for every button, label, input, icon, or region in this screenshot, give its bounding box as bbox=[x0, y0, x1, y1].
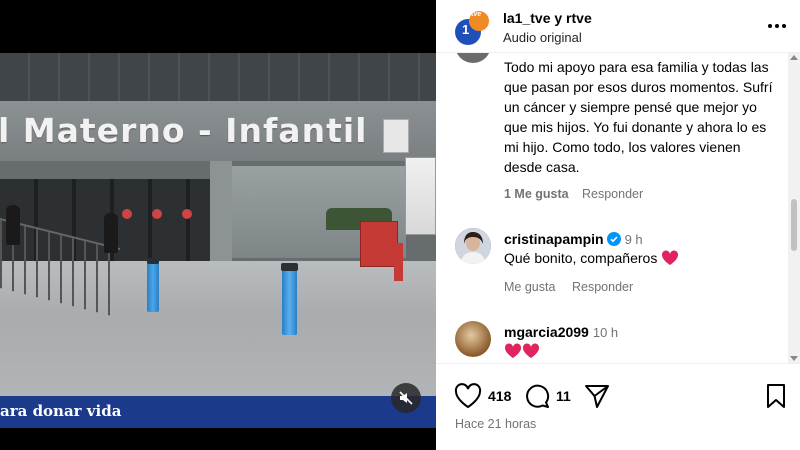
action-bar: 418 11 Hace 21 horas bbox=[436, 363, 800, 450]
scroll-up-arrow-icon[interactable] bbox=[790, 55, 798, 60]
dot-icon bbox=[782, 24, 786, 28]
red-heart-emoji-icon bbox=[662, 250, 679, 265]
comment-bubble-icon bbox=[526, 384, 550, 408]
dot-icon bbox=[768, 24, 772, 28]
door-sticker bbox=[182, 209, 192, 219]
comments-list[interactable]: Todo mi apoyo para esa familia y todas l… bbox=[436, 53, 788, 363]
comment-time: 9 h bbox=[624, 232, 643, 247]
account-name[interactable]: la1_tve y rtve bbox=[503, 10, 592, 26]
comment-username[interactable]: cristinapampin 9 h bbox=[504, 231, 643, 247]
audio-label[interactable]: Audio original bbox=[503, 30, 582, 45]
person-figure bbox=[6, 205, 20, 245]
building-sign-text: l Materno - Infantil bbox=[0, 111, 368, 150]
verified-badge-icon bbox=[606, 232, 621, 246]
comment-text: Todo mi apoyo para esa familia y todas l… bbox=[504, 59, 773, 175]
comment-likes[interactable]: 1 Me gusta bbox=[504, 187, 569, 201]
paper-plane-icon bbox=[585, 385, 609, 408]
comment-count: 11 bbox=[556, 388, 571, 404]
red-container bbox=[360, 221, 398, 267]
blue-bollard bbox=[147, 260, 159, 312]
scroll-down-arrow-icon[interactable] bbox=[790, 356, 798, 361]
like-button[interactable]: 418 bbox=[454, 382, 511, 410]
door-sticker bbox=[152, 209, 162, 219]
red-post bbox=[394, 243, 403, 281]
door-sticker bbox=[122, 209, 132, 219]
blue-pole bbox=[282, 263, 297, 335]
person-figure bbox=[104, 213, 118, 253]
reply-button[interactable]: Responder bbox=[582, 187, 643, 201]
comment-username[interactable]: mgarcia2099 10 h bbox=[504, 324, 618, 340]
video-caption: ara donar vida bbox=[0, 402, 122, 420]
post-panel: 1 tve la1_tve y rtve Audio original Todo… bbox=[436, 0, 800, 450]
video-frame[interactable]: l Materno - Infantil ara donar vida bbox=[0, 53, 436, 428]
logo-number: 1 bbox=[462, 22, 470, 37]
comment-avatar[interactable] bbox=[455, 53, 491, 63]
sign-panel bbox=[383, 119, 409, 153]
post-timestamp[interactable]: Hace 21 horas bbox=[455, 417, 536, 431]
comment-likes[interactable]: Me gusta bbox=[504, 280, 555, 294]
post-header: 1 tve la1_tve y rtve Audio original bbox=[436, 0, 800, 53]
comment-avatar[interactable] bbox=[455, 228, 491, 264]
logo-tve: tve bbox=[471, 11, 482, 18]
comment-button[interactable]: 11 bbox=[524, 382, 571, 410]
scrollbar-thumb[interactable] bbox=[791, 199, 797, 251]
red-heart-emoji-icon bbox=[504, 343, 522, 358]
video-player[interactable]: l Materno - Infantil ara donar vida bbox=[0, 0, 436, 450]
comment-avatar[interactable] bbox=[455, 321, 491, 357]
speaker-muted-icon bbox=[399, 391, 413, 405]
bollard-cap bbox=[147, 258, 159, 264]
person-portrait-icon bbox=[455, 228, 491, 264]
poster-board bbox=[405, 157, 436, 235]
comments-scrollbar[interactable] bbox=[788, 53, 800, 363]
dot-icon bbox=[775, 24, 779, 28]
red-heart-emoji-icon bbox=[522, 343, 540, 358]
share-button[interactable] bbox=[584, 382, 610, 410]
bookmark-icon bbox=[767, 384, 785, 408]
building-column bbox=[210, 161, 232, 261]
building-upper-facade bbox=[0, 53, 436, 101]
save-button[interactable] bbox=[765, 382, 787, 410]
comment-text bbox=[504, 341, 782, 361]
heart-outline-icon bbox=[454, 383, 482, 409]
like-count: 418 bbox=[488, 388, 512, 404]
reply-button[interactable]: Responder bbox=[572, 280, 633, 294]
more-options-button[interactable] bbox=[766, 15, 788, 37]
pole-cap bbox=[281, 263, 298, 271]
comment-text: Qué bonito, compañeros bbox=[504, 248, 782, 268]
mute-button[interactable] bbox=[391, 383, 421, 413]
comment-time: 10 h bbox=[592, 325, 619, 340]
